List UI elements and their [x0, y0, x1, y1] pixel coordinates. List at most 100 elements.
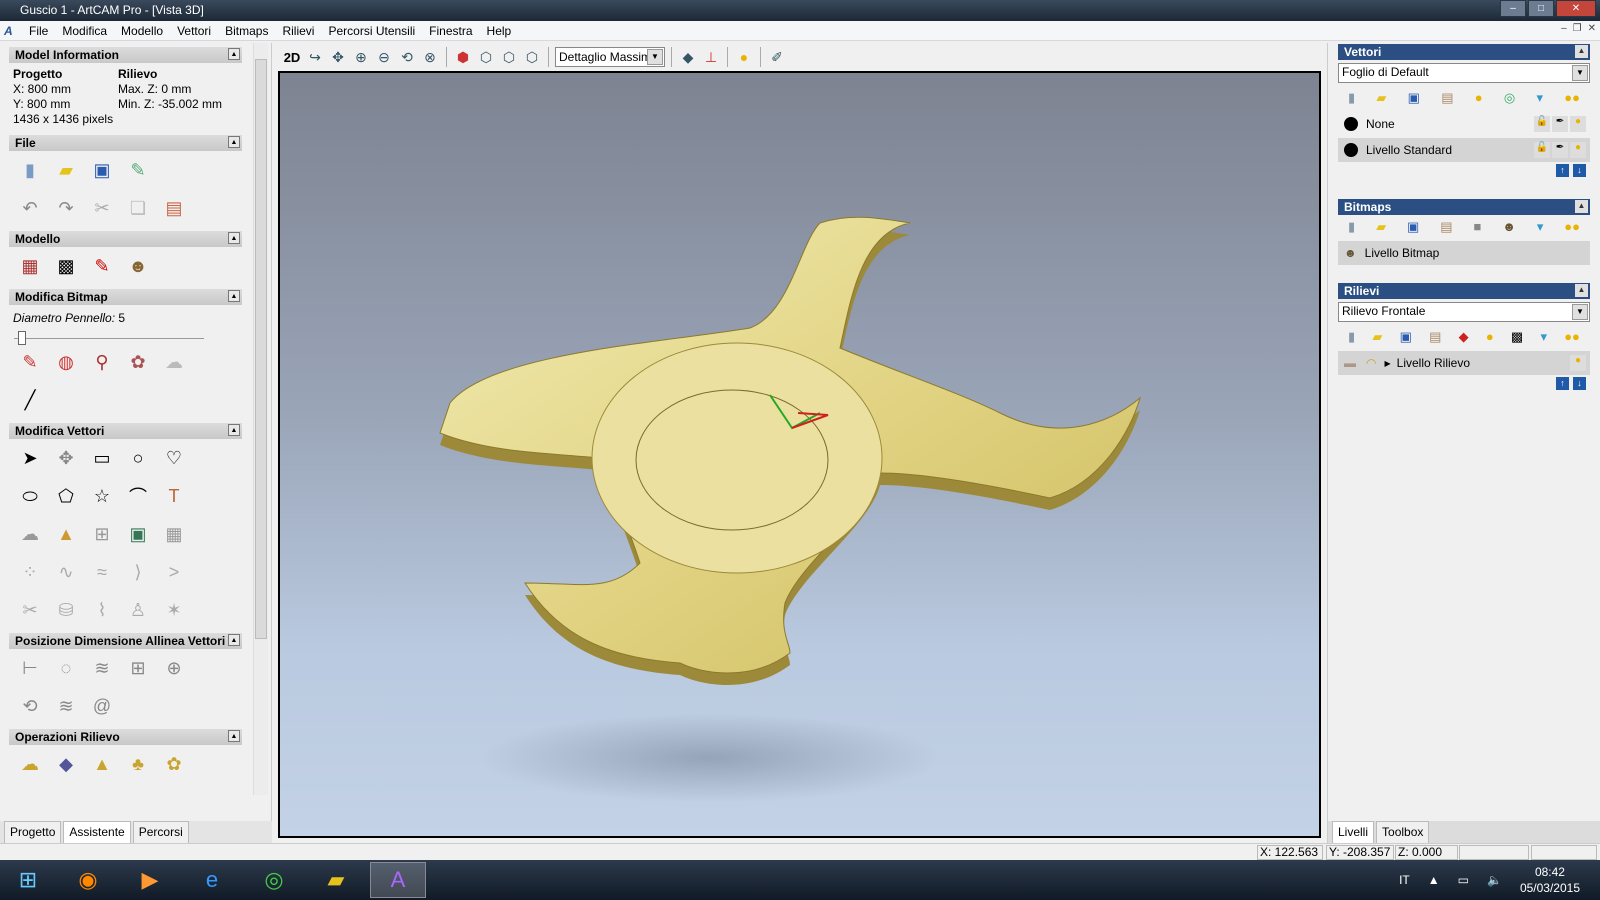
visibility-bulb-icon[interactable]: ●	[1570, 116, 1586, 132]
vettori-header[interactable]: Vettori ▲	[1338, 44, 1590, 60]
smooth-icon[interactable]: ∿	[52, 558, 80, 586]
artcam-taskbar-icon[interactable]: A	[370, 862, 426, 898]
lock-icon[interactable]: 🔓	[1534, 116, 1550, 132]
chevron-down-icon[interactable]: ▼	[1572, 304, 1588, 320]
save-as-icon[interactable]: ✎	[124, 156, 152, 184]
tab-percorsi[interactable]: Percorsi	[132, 821, 189, 843]
bitmap-to-vector-icon[interactable]: ☁	[16, 520, 44, 548]
weld-icon[interactable]: ♙	[124, 596, 152, 624]
zoom-fit-icon[interactable]: ⊗	[420, 47, 440, 67]
iso-view-icon[interactable]: ⬢	[453, 47, 473, 67]
copy-layer-icon[interactable]: ▤	[1429, 329, 1441, 345]
text-icon[interactable]: T	[160, 482, 188, 510]
media-player-icon[interactable]: ▶	[122, 862, 178, 898]
grayscale-icon[interactable]: ▩	[1511, 329, 1523, 345]
zoom-in-icon[interactable]: ⊕	[351, 47, 371, 67]
bitmap-image-icon[interactable]: ☻	[124, 252, 152, 280]
tab-progetto[interactable]: Progetto	[4, 821, 62, 843]
combine-mode-icon[interactable]: ◠	[1366, 356, 1376, 370]
lock-icon[interactable]: 🔓	[1534, 142, 1550, 158]
move-up-icon[interactable]: ↑	[1556, 377, 1569, 390]
light-bulb-icon[interactable]: ●	[734, 47, 754, 67]
save-icon[interactable]: ▣	[1408, 90, 1420, 106]
maximize-button[interactable]: □	[1528, 0, 1554, 17]
transform-icon[interactable]: ✥	[52, 444, 80, 472]
vector-doctor-icon[interactable]: ▲	[52, 520, 80, 548]
copy-icon[interactable]: ❏	[124, 194, 152, 222]
firefox-icon[interactable]: ◉	[60, 862, 116, 898]
relief-add-icon[interactable]: ▲	[88, 750, 116, 778]
minimize-button[interactable]: –	[1500, 0, 1526, 17]
relief-select[interactable]: Rilievo Frontale ▼	[1338, 302, 1590, 322]
collapse-icon[interactable]: ▲	[228, 290, 240, 302]
clock[interactable]: 08:42 05/03/2015	[1520, 864, 1580, 896]
scroll-thumb[interactable]	[255, 59, 267, 639]
undo-icon[interactable]: ↶	[16, 194, 44, 222]
section-modello[interactable]: Modello ▲	[9, 231, 242, 247]
language-indicator[interactable]: IT	[1399, 873, 1410, 887]
texture-icon[interactable]: ≋	[52, 692, 80, 720]
chrome-icon[interactable]: ◎	[246, 862, 302, 898]
collapse-icon[interactable]: ▲	[228, 48, 240, 60]
menu-rilievi[interactable]: Rilievi	[275, 24, 321, 38]
open-icon[interactable]: ▰	[1376, 90, 1386, 106]
fill-icon[interactable]: ◍	[52, 348, 80, 376]
vector-sheet-select[interactable]: Foglio di Default ▼	[1338, 63, 1590, 83]
tab-toolbox[interactable]: Toolbox	[1376, 821, 1430, 843]
block-copy-icon[interactable]: ⊕	[160, 654, 188, 682]
internet-explorer-icon[interactable]: e	[184, 862, 240, 898]
close-button[interactable]: ✕	[1556, 0, 1596, 17]
menu-help[interactable]: Help	[480, 24, 519, 38]
3d-viewport[interactable]	[278, 71, 1321, 838]
pan-icon[interactable]: ✥	[328, 47, 348, 67]
fillet-icon[interactable]: ⟩	[124, 558, 152, 586]
copy-layer-icon[interactable]: ▤	[1440, 219, 1452, 235]
expand-icon[interactable]: ▶	[1384, 359, 1390, 368]
collapse-icon[interactable]: ▲	[1575, 45, 1588, 58]
model-resolution-icon[interactable]: ▦	[16, 252, 44, 280]
stack-icon[interactable]: ◆	[1459, 329, 1469, 345]
plane-icon[interactable]: ◆	[52, 750, 80, 778]
move-up-icon[interactable]: ↑	[1556, 164, 1569, 177]
front-view-icon[interactable]: ⬡	[476, 47, 496, 67]
explorer-icon[interactable]: ▰	[308, 862, 364, 898]
chevron-down-icon[interactable]: ▼	[647, 49, 663, 65]
collapse-icon[interactable]: ▲	[228, 424, 240, 436]
menu-file[interactable]: File	[22, 24, 55, 38]
delete-icon[interactable]: ▾	[1537, 219, 1544, 235]
rilievi-header[interactable]: Rilievi ▲	[1338, 283, 1590, 299]
cut-icon[interactable]: ✂	[88, 194, 116, 222]
nesting-icon[interactable]: ≋	[88, 654, 116, 682]
align-icon[interactable]: ⊢	[16, 654, 44, 682]
top-view-icon[interactable]: ⬡	[499, 47, 519, 67]
mdi-close-button[interactable]: ✕	[1588, 23, 1596, 34]
arc-icon[interactable]: ⌒	[124, 482, 152, 510]
section-operazioni-rilievo[interactable]: Operazioni Rilievo ▲	[9, 729, 242, 745]
ellipse-icon[interactable]: ⬭	[16, 482, 44, 510]
layer-color-icon[interactable]	[1344, 117, 1358, 131]
material-icon[interactable]: ✐	[767, 47, 787, 67]
mirror-icon[interactable]: ⟲	[16, 692, 44, 720]
menu-percorsi-utensili[interactable]: Percorsi Utensili	[321, 24, 422, 38]
visibility-bulb-icon[interactable]: ●	[1570, 142, 1586, 158]
mdi-minimize-button[interactable]: –	[1561, 23, 1567, 34]
circle-icon[interactable]: ○	[124, 444, 152, 472]
star-icon[interactable]: ☆	[88, 482, 116, 510]
eyedropper-icon[interactable]: ⚲	[88, 348, 116, 376]
zoom-out-icon[interactable]: ⊖	[374, 47, 394, 67]
palette-icon[interactable]: ✿	[124, 348, 152, 376]
tab-livelli[interactable]: Livelli	[1332, 821, 1375, 843]
relief-merge-icon[interactable]: ♣	[124, 750, 152, 778]
all-bulbs-icon[interactable]: ●●	[1564, 219, 1580, 235]
new-layer-icon[interactable]: ▮	[1348, 219, 1355, 235]
layer-livello-bitmap[interactable]: ☻ Livello Bitmap	[1338, 241, 1590, 265]
star-shape-icon[interactable]: ✶	[160, 596, 188, 624]
draw-line-icon[interactable]: ╱	[16, 386, 44, 414]
save-icon[interactable]: ▣	[1407, 219, 1419, 235]
brush-slider[interactable]	[14, 329, 204, 345]
app-logo-icon[interactable]: A	[4, 24, 22, 38]
move-down-icon[interactable]: ↓	[1573, 164, 1586, 177]
collapse-icon[interactable]: ▲	[228, 730, 240, 742]
polyline-icon[interactable]: ♡	[160, 444, 188, 472]
offset-icon[interactable]: >	[160, 558, 188, 586]
